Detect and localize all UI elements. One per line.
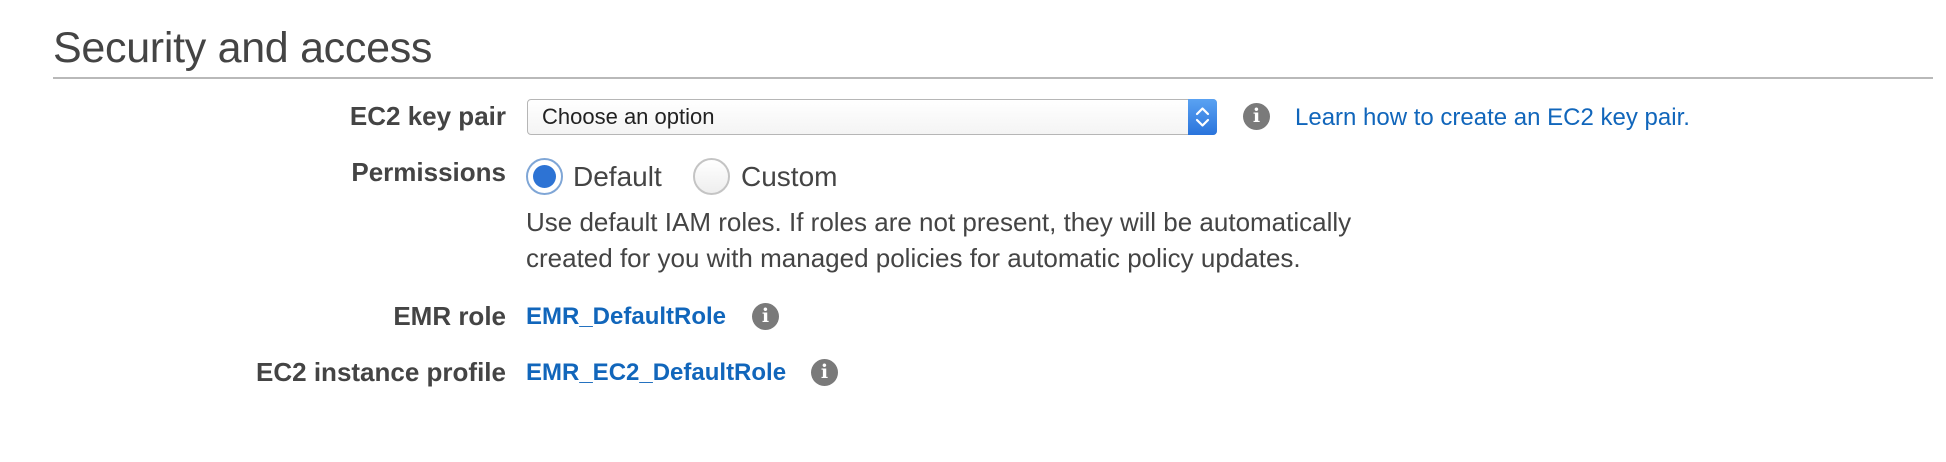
ec2-key-pair-select[interactable]: Choose an option bbox=[527, 99, 1217, 135]
security-and-access-section: Security and access EC2 key pair Choose … bbox=[0, 0, 1946, 462]
permissions-description: Use default IAM roles. If roles are not … bbox=[526, 204, 1466, 276]
emr-role-label: EMR role bbox=[393, 301, 506, 331]
ec2-instance-profile-info-icon[interactable]: i bbox=[811, 359, 838, 386]
ec2-instance-profile-label: EC2 instance profile bbox=[256, 357, 506, 387]
ec2-instance-profile-link[interactable]: EMR_EC2_DefaultRole bbox=[526, 359, 786, 387]
emr-role-info-icon[interactable]: i bbox=[752, 303, 779, 330]
radio-selected-dot bbox=[533, 165, 556, 188]
permissions-description-line-2: created for you with managed policies fo… bbox=[526, 243, 1301, 273]
emr-role-link[interactable]: EMR_DefaultRole bbox=[526, 303, 726, 331]
default-radio-label[interactable]: Default bbox=[573, 161, 662, 193]
default-radio[interactable] bbox=[526, 158, 563, 195]
section-title: Security and access bbox=[53, 24, 433, 72]
ec2-key-pair-select-value: Choose an option bbox=[542, 104, 715, 129]
ec2-key-pair-label: EC2 key pair bbox=[349, 101, 506, 131]
permissions-label: Permissions bbox=[351, 157, 506, 187]
custom-radio[interactable] bbox=[693, 158, 730, 195]
learn-ec2-key-pair-link[interactable]: Learn how to create an EC2 key pair. bbox=[1295, 104, 1690, 132]
permissions-description-line-1: Use default IAM roles. If roles are not … bbox=[526, 207, 1352, 237]
ec2-key-pair-info-icon[interactable]: i bbox=[1243, 103, 1270, 130]
custom-radio-label[interactable]: Custom bbox=[741, 161, 837, 193]
section-divider bbox=[53, 77, 1933, 79]
chevron-up-down-icon bbox=[1188, 99, 1217, 135]
